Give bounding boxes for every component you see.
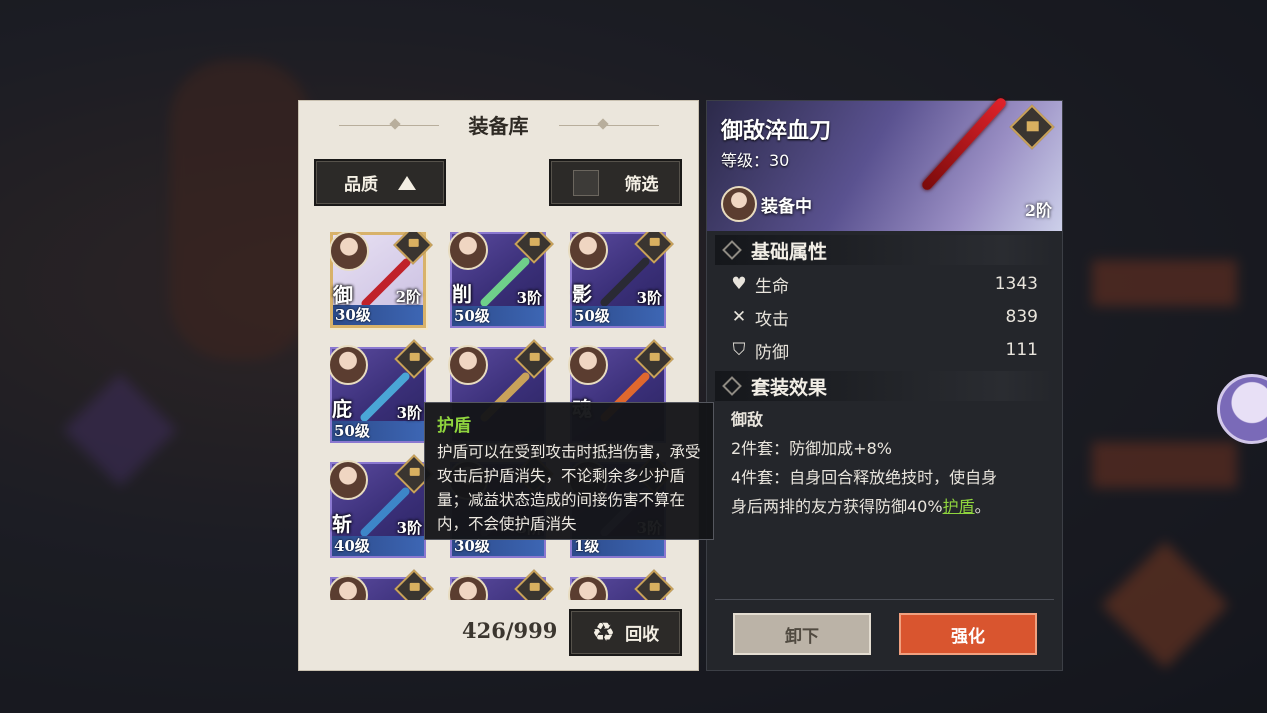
avatar [568, 575, 608, 600]
avatar [448, 345, 488, 385]
section-title: 基础属性 [751, 240, 828, 263]
shield-icon: ⛉ [732, 340, 746, 360]
lock-icon[interactable] [514, 339, 554, 379]
equipped-indicator: 装备中 [721, 186, 841, 222]
equipment-card[interactable] [330, 569, 434, 600]
equipment-short-name: 御 [333, 283, 353, 307]
unequip-button[interactable]: 卸下 [733, 613, 871, 655]
lock-icon[interactable] [514, 232, 554, 264]
stat-value: 111 [1005, 340, 1038, 360]
lock-icon[interactable] [634, 232, 674, 264]
blade-weapon-icon [920, 96, 1008, 192]
stat-label: 生命 [755, 276, 789, 297]
lock-icon[interactable] [634, 339, 674, 379]
equipment-tier: 3阶 [396, 519, 422, 537]
equipment-hero-banner: 御敌淬血刀 等级：30 装备中 2阶 [707, 96, 1062, 231]
equipment-tier: 3阶 [396, 404, 422, 422]
lock-icon[interactable] [393, 232, 433, 265]
enhance-button[interactable]: 强化 [899, 613, 1037, 655]
shield-keyword-link[interactable]: 护盾 [943, 497, 975, 516]
avatar [568, 345, 608, 385]
equipped-label: 装备中 [761, 196, 812, 217]
stat-row-defense: ⛉ 防御 111 [729, 335, 1038, 365]
quality-sort-button[interactable]: 品质 [314, 159, 446, 206]
divider [715, 599, 1054, 600]
equipment-short-name: 影 [572, 282, 592, 306]
filter-checkbox[interactable] [572, 169, 599, 196]
equipment-level: 50级 [334, 422, 370, 440]
equipment-level: 等级：30 [721, 151, 790, 170]
equipment-tier: 2阶 [1024, 201, 1052, 220]
quality-sort-label: 品质 [344, 175, 378, 195]
shield-tooltip: 护盾 护盾可以在受到攻击时抵挡伤害，承受攻击后护盾消失，不论剩余多少护盾量；减益… [424, 402, 714, 540]
avatar [448, 575, 488, 600]
swords-icon: ✕ [731, 307, 747, 327]
set-4-text: 身后两排的友方获得防御40% [731, 497, 943, 516]
avatar [568, 232, 608, 270]
library-title: 装备库 [468, 114, 529, 138]
stat-label: 攻击 [755, 309, 789, 330]
diamond-icon [722, 376, 742, 396]
equipment-level: 50级 [454, 307, 490, 325]
equipment-tier: 3阶 [636, 289, 662, 307]
equipment-card[interactable]: 削 3阶 50级 [448, 232, 554, 328]
equipment-short-name: 削 [452, 282, 472, 306]
equipment-level: 40级 [334, 537, 370, 555]
set-4-effect-line2: 身后两排的友方获得防御40%护盾。 [731, 492, 991, 521]
equipment-card[interactable]: 御 2阶 30级 [330, 232, 433, 328]
equipment-name: 御敌淬血刀 [721, 118, 832, 144]
lock-icon[interactable] [1009, 104, 1055, 150]
sort-ascending-icon [398, 175, 416, 190]
avatar [330, 575, 368, 600]
base-attributes-header: 基础属性 [715, 235, 1054, 265]
avatar [330, 460, 368, 500]
equipment-card[interactable] [568, 569, 674, 600]
equipment-detail-panel: 御敌淬血刀 等级：30 装备中 2阶 基础属性 ♥ 生命 1343 ✕ 攻击 8… [706, 96, 1063, 671]
equipment-tier: 3阶 [516, 289, 542, 307]
equipment-card[interactable]: 影 3阶 50级 [568, 232, 674, 328]
lock-icon[interactable] [394, 569, 434, 600]
equipment-level: 30级 [335, 306, 371, 324]
equipment-tier: 2阶 [395, 288, 421, 306]
avatar [330, 345, 368, 385]
filter-button[interactable]: 筛选 [549, 159, 682, 206]
recycle-button[interactable]: ♻ 回收 [569, 609, 682, 656]
equipment-short-name: 庇 [332, 397, 352, 421]
avatar [721, 186, 757, 222]
section-title: 套装效果 [751, 376, 828, 399]
stat-row-hp: ♥ 生命 1343 [729, 269, 1038, 299]
set-name: 御敌 [731, 410, 764, 429]
equipment-card[interactable]: 庇 3阶 50级 [330, 339, 434, 443]
lock-icon[interactable] [394, 339, 434, 379]
equipment-card[interactable] [448, 569, 554, 600]
heart-icon: ♥ [731, 274, 747, 294]
lock-icon[interactable] [634, 569, 674, 600]
tooltip-body: 护盾可以在受到攻击时抵挡伤害，承受攻击后护盾消失，不论剩余多少护盾量；减益状态造… [437, 443, 701, 533]
equipment-level: 50级 [574, 307, 610, 325]
tooltip-title: 护盾 [437, 416, 471, 436]
stat-label: 防御 [755, 342, 789, 363]
stat-row-attack: ✕ 攻击 839 [729, 302, 1038, 332]
filter-label: 筛选 [624, 175, 659, 195]
inventory-count: 426/999 [462, 618, 558, 643]
equipment-short-name: 斩 [332, 512, 352, 536]
set-4-punct: 。 [974, 497, 991, 516]
title-ornament-right [559, 125, 659, 126]
stat-value: 839 [1005, 307, 1038, 327]
avatar [330, 232, 369, 271]
equipment-card[interactable]: 斩 3阶 40级 [330, 454, 434, 558]
stat-value: 1343 [994, 274, 1038, 294]
avatar [448, 232, 488, 270]
set-2-effect: 2件套：防御加成+8% [731, 439, 892, 458]
lock-icon[interactable] [514, 569, 554, 600]
recycle-icon: ♻ [591, 617, 616, 648]
set-4-effect-line1: 4件套：自身回合释放绝技时，使自身 [731, 468, 998, 487]
diamond-icon [722, 240, 742, 260]
set-effect-header: 套装效果 [715, 371, 1054, 401]
recycle-label: 回收 [625, 625, 660, 645]
